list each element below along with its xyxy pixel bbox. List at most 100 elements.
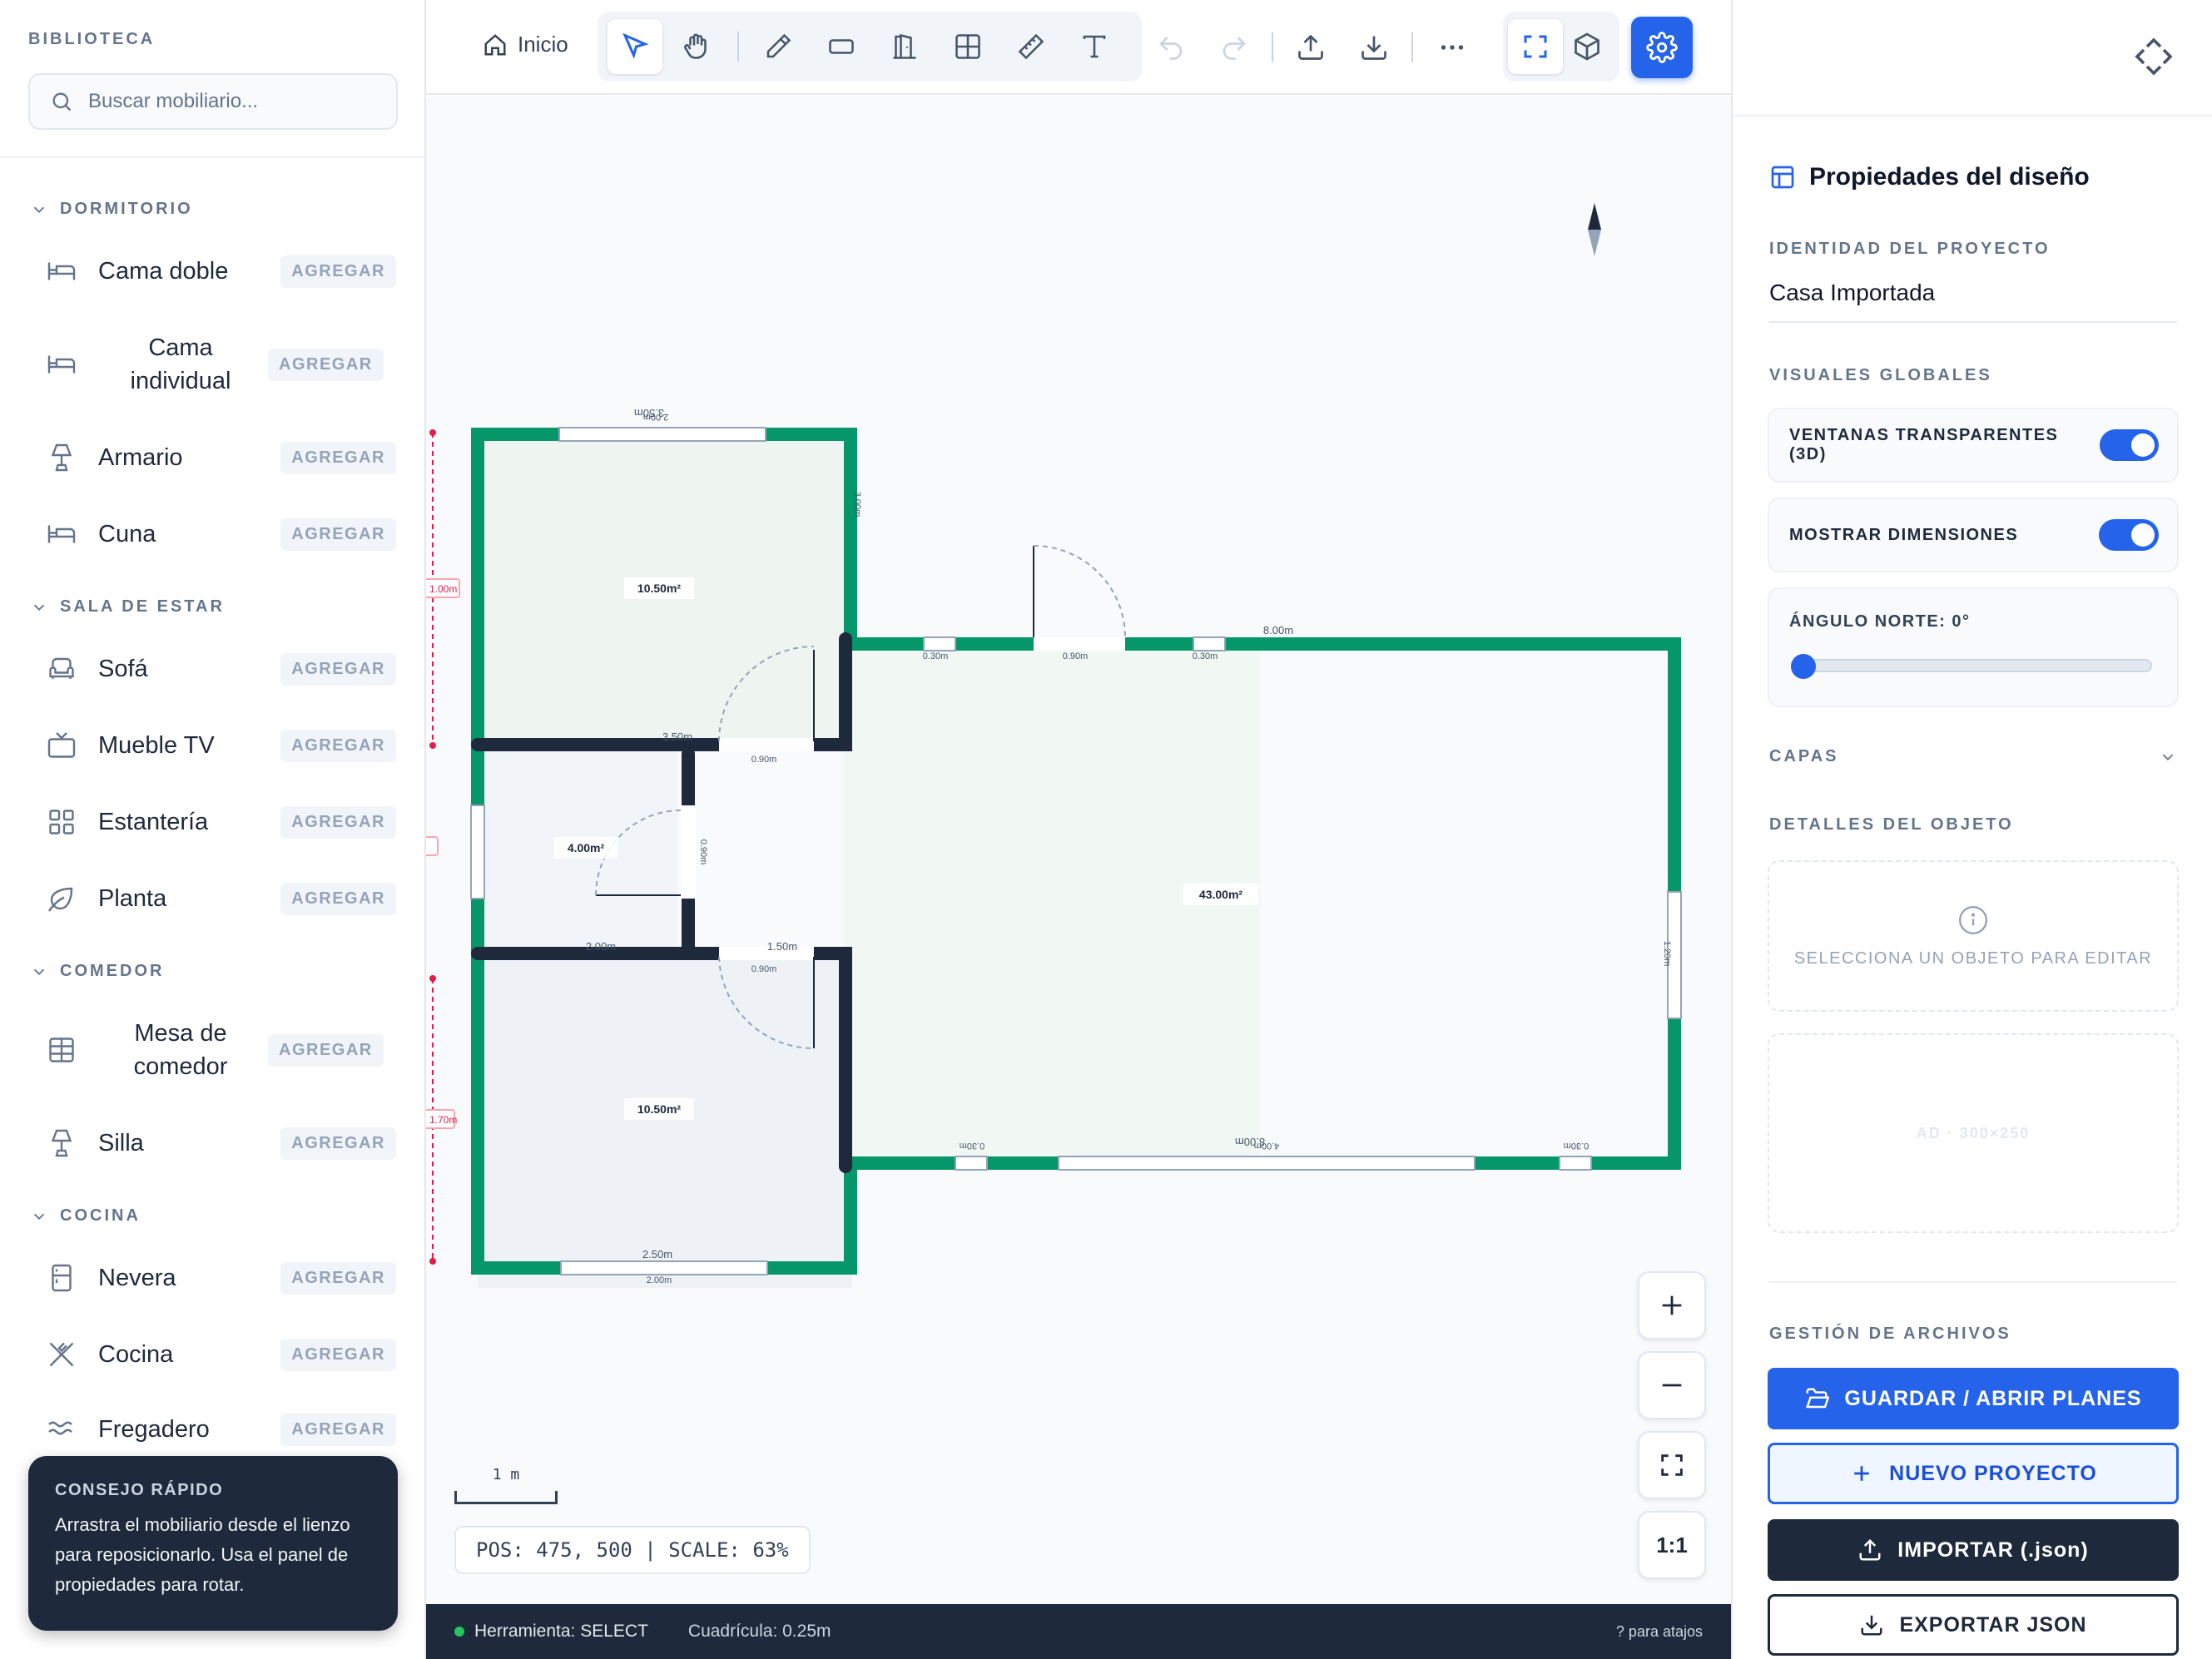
- dimension-label: 0.90m: [1063, 651, 1089, 661]
- layers-section-header[interactable]: CAPAS: [1769, 747, 2177, 766]
- settings-button[interactable]: [1631, 17, 1693, 78]
- dimension-label: 8.00m: [1235, 1136, 1265, 1148]
- view-2d-button[interactable]: [1508, 19, 1563, 74]
- add-button[interactable]: AGREGAR: [280, 518, 396, 551]
- app-window: BIBLIOTECA DORMITORIO Cama doble AGREGAR…: [0, 0, 2212, 1659]
- pan-tool-button[interactable]: [669, 19, 724, 74]
- item-label: Mueble TV: [98, 732, 215, 759]
- library-item-estanteria[interactable]: Estantería AGREGAR: [47, 805, 396, 839]
- download-button[interactable]: [1347, 20, 1401, 75]
- library-item-cama-individual[interactable]: Cama individual AGREGAR: [47, 331, 396, 398]
- select-tool-button[interactable]: [608, 19, 662, 74]
- add-button[interactable]: AGREGAR: [280, 1338, 396, 1371]
- library-item-mesa-de-comedor[interactable]: Mesa de comedor AGREGAR: [47, 1017, 396, 1083]
- shortcuts-hint[interactable]: ? para atajos: [1616, 1623, 1703, 1641]
- export-json-button[interactable]: EXPORTAR JSON: [1768, 1594, 2179, 1656]
- library-item-cuna[interactable]: Cuna AGREGAR: [47, 518, 396, 551]
- button-label: GUARDAR / ABRIR PLANES: [1844, 1386, 2142, 1410]
- text-tool-button[interactable]: [1067, 19, 1122, 74]
- zoom-in-button[interactable]: [1638, 1271, 1706, 1340]
- library-item-nevera[interactable]: Nevera AGREGAR: [47, 1261, 396, 1295]
- room-floor[interactable]: [844, 646, 1260, 1166]
- sidebar-divider: [0, 156, 424, 158]
- north-arrow: [1588, 203, 1601, 256]
- cube-icon: [1575, 32, 1599, 61]
- toggle-row-show-dimensions[interactable]: MOSTRAR DIMENSIONES: [1768, 498, 2179, 572]
- add-button[interactable]: AGREGAR: [268, 1033, 384, 1067]
- library-item-silla[interactable]: Silla AGREGAR: [47, 1127, 396, 1160]
- grid-size-status: Cuadrícula: 0.25m: [687, 1622, 831, 1641]
- library-item-armario[interactable]: Armario AGREGAR: [47, 441, 396, 474]
- add-button[interactable]: AGREGAR: [280, 729, 396, 762]
- add-button[interactable]: AGREGAR: [280, 441, 396, 474]
- item-label: Sofá: [98, 656, 148, 682]
- import-json-button[interactable]: IMPORTAR (.json): [1768, 1519, 2179, 1581]
- category-header-dormitorio[interactable]: DORMITORIO: [30, 200, 193, 219]
- home-icon: [484, 33, 506, 55]
- door-tool-button[interactable]: [877, 19, 932, 74]
- ruler-icon: [1018, 33, 1044, 60]
- reset-zoom-button[interactable]: 1:1: [1638, 1511, 1706, 1579]
- expand-icon[interactable]: [2134, 37, 2174, 77]
- library-title: BIBLIOTECA: [28, 30, 156, 48]
- library-item-planta[interactable]: Planta AGREGAR: [47, 882, 396, 915]
- search-box[interactable]: [28, 73, 398, 130]
- category-header-sala-de-estar[interactable]: SALA DE ESTAR: [30, 597, 225, 617]
- category-header-comedor[interactable]: COMEDOR: [30, 962, 164, 981]
- add-button[interactable]: AGREGAR: [280, 882, 396, 915]
- home-label: Inicio: [518, 32, 568, 57]
- library-item-fregadero[interactable]: Fregadero AGREGAR: [47, 1413, 396, 1446]
- room-floor[interactable]: [478, 953, 852, 1288]
- draw-wall-tool-button[interactable]: [751, 19, 806, 74]
- add-button[interactable]: AGREGAR: [280, 1261, 396, 1295]
- upload-icon: [1298, 34, 1323, 60]
- library-item-cama-doble[interactable]: Cama doble AGREGAR: [47, 255, 396, 288]
- redo-button[interactable]: [1207, 20, 1262, 75]
- tool-group: [598, 12, 1142, 82]
- view-3d-button[interactable]: [1560, 19, 1614, 74]
- north-angle-slider-thumb[interactable]: [1791, 654, 1816, 679]
- home-button[interactable]: Inicio: [483, 32, 568, 57]
- upload-button[interactable]: [1283, 20, 1338, 75]
- north-angle-slider-track[interactable]: [1799, 659, 2152, 672]
- item-label: Mesa de comedor: [133, 1020, 228, 1080]
- measure-tool-button[interactable]: [1004, 19, 1059, 74]
- search-input[interactable]: [88, 90, 388, 113]
- category-header-cocina[interactable]: COCINA: [30, 1206, 141, 1226]
- bed-icon: [47, 355, 76, 374]
- add-button[interactable]: AGREGAR: [280, 255, 396, 288]
- more-options-button[interactable]: [1425, 20, 1480, 75]
- redo-icon: [1223, 37, 1246, 60]
- properties-title-text: Propiedades del diseño: [1809, 163, 2090, 191]
- window-tool-button[interactable]: [940, 19, 995, 74]
- chevron-down-icon: [33, 968, 45, 975]
- library-item-mueble-tv[interactable]: Mueble TV AGREGAR: [47, 729, 396, 762]
- floor-plan[interactable]: 1.00m 1.70m 10.50m² 4.00m² 10.50m² 43.00…: [426, 97, 1731, 1604]
- fit-to-screen-button[interactable]: [1638, 1431, 1706, 1499]
- floor-plan-canvas[interactable]: 1.00m 1.70m 10.50m² 4.00m² 10.50m² 43.00…: [426, 97, 1731, 1604]
- add-button[interactable]: AGREGAR: [280, 652, 396, 686]
- save-open-plans-button[interactable]: GUARDAR / ABRIR PLANES: [1768, 1368, 2179, 1429]
- library-item-sofa[interactable]: Sofá AGREGAR: [47, 652, 396, 686]
- add-button[interactable]: AGREGAR: [280, 805, 396, 839]
- toolbar-separator: [1411, 32, 1413, 62]
- room-area-label: 10.50m²: [637, 1102, 681, 1116]
- layout-icon: [1771, 166, 1794, 189]
- show-dimensions-switch[interactable]: [2099, 519, 2159, 551]
- hand-icon: [684, 33, 707, 59]
- tip-body: Arrastra el mobiliario desde el lienzo p…: [55, 1514, 350, 1595]
- current-tool-status: Herramienta: SELECT: [474, 1622, 648, 1641]
- transparent-windows-switch[interactable]: [2099, 429, 2159, 461]
- toolbar-separator: [1272, 32, 1273, 62]
- toggle-row-transparent-windows[interactable]: VENTANAS TRANSPARENTES (3D): [1768, 408, 2179, 483]
- zoom-out-button[interactable]: [1638, 1351, 1706, 1419]
- undo-button[interactable]: [1143, 20, 1198, 75]
- add-button[interactable]: AGREGAR: [280, 1413, 396, 1446]
- new-project-button[interactable]: NUEVO PROYECTO: [1768, 1443, 2179, 1504]
- add-button[interactable]: AGREGAR: [268, 348, 384, 381]
- add-button[interactable]: AGREGAR: [280, 1127, 396, 1160]
- table-icon: [49, 1037, 74, 1062]
- library-item-cocina[interactable]: Cocina AGREGAR: [47, 1338, 396, 1371]
- room-tool-button[interactable]: [814, 19, 869, 74]
- project-name-field[interactable]: Casa Importada: [1769, 280, 2177, 323]
